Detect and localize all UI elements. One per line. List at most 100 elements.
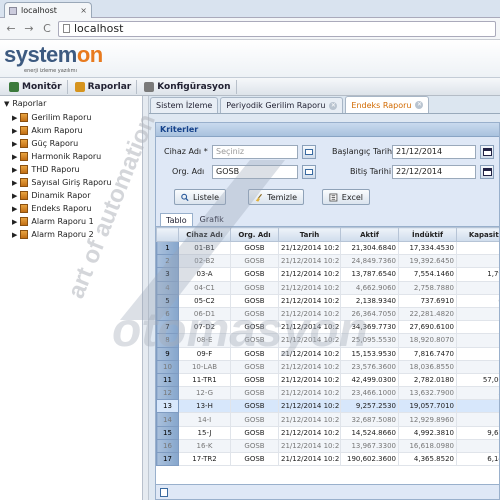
org-name-input[interactable]: GOSB (212, 165, 298, 179)
table-cell: 737.6910 (398, 293, 457, 308)
browser-tab[interactable]: localhost × (4, 2, 92, 18)
excel-button[interactable]: Excel (322, 189, 370, 205)
report-icon (20, 113, 29, 122)
table-row[interactable]: 3 03-A GOSB 21/12/2014 10:2 13,787.6540 7,554… (156, 267, 499, 282)
column-header[interactable]: Cihaz Adı (178, 227, 231, 242)
table-row[interactable]: 9 09-F GOSB 21/12/2014 10:2 15,153.9530 7,816… (156, 346, 499, 361)
expand-arrow-icon[interactable]: ▶ (12, 114, 17, 122)
expand-arrow-icon[interactable]: ▶ (12, 140, 17, 148)
page-icon (63, 24, 70, 33)
reload-icon[interactable]: C (40, 22, 54, 36)
start-date-calendar-button[interactable] (480, 145, 494, 159)
address-bar[interactable]: localhost (58, 20, 496, 37)
expand-arrow-icon[interactable]: ▶ (12, 127, 17, 135)
end-date-calendar-button[interactable] (480, 165, 494, 179)
main-area: Sistem İzleme Periyodik Gerilim Raporu ✕… (149, 96, 500, 500)
sidebar-item-report[interactable]: ▶ Dinamik Rapor (12, 189, 90, 202)
table-cell: 17,334.4530 (398, 240, 457, 256)
table-row[interactable]: 14 14-I GOSB 21/12/2014 10:2 32,687.5080 12,9… (156, 412, 499, 427)
table-cell: 0.2 (456, 254, 499, 269)
sidebar-item-report[interactable]: ▶ Sayısal Giriş Raporu (12, 176, 111, 189)
sidebar-item-report[interactable]: ▶ Alarm Raporu 1 (12, 215, 94, 228)
forward-arrow-icon[interactable]: → (22, 22, 36, 36)
close-tab-icon[interactable]: × (80, 6, 87, 15)
expand-arrow-icon[interactable]: ▶ (12, 179, 17, 187)
sidebar-item-report[interactable]: ▶ Harmonik Raporu (12, 150, 101, 163)
expand-arrow-icon[interactable]: ▶ (12, 205, 17, 213)
sidebar-item-report[interactable]: ▶ Akım Raporu (12, 124, 83, 137)
table-row[interactable]: 2 02-B2 GOSB 21/12/2014 10:2 24,849.7360 19,3… (156, 254, 499, 269)
sidebar-item-report[interactable]: ▶ Alarm Raporu 2 (12, 228, 94, 241)
table-row[interactable]: 5 05-C2 GOSB 21/12/2014 10:2 2,138.9340 737.6… (156, 293, 499, 308)
clear-button[interactable]: Temizle (248, 189, 304, 205)
device-lookup-button[interactable] (302, 145, 316, 159)
menu-monitor[interactable]: Monitör (4, 79, 68, 94)
table-row[interactable]: 7 07-D2 GOSB 21/12/2014 10:2 34,369.7730 27,6… (156, 320, 499, 335)
tab-system-monitoring[interactable]: Sistem İzleme (150, 97, 219, 113)
view-tab-strip: Tablo Grafik (156, 211, 499, 227)
tab-index-report[interactable]: Endeks Raporu ✕ (345, 96, 430, 113)
sidebar-item-report[interactable]: ▶ Gerilim Raporu (12, 111, 91, 124)
table-cell: 13,787.6540 (340, 267, 399, 282)
end-date-input[interactable]: 22/12/2014 (392, 165, 476, 179)
table-cell: 03-A (178, 267, 231, 282)
expand-arrow-icon[interactable]: ▶ (12, 153, 17, 161)
page-favicon-icon (9, 6, 17, 15)
report-icon (20, 152, 29, 161)
org-lookup-button[interactable] (302, 165, 316, 179)
expand-arrow-icon[interactable]: ▶ (12, 192, 17, 200)
column-header[interactable]: Org. Adı (230, 227, 279, 242)
tree-root-reports[interactable]: ▼ Raporlar (4, 99, 46, 108)
column-header[interactable]: Aktif (340, 227, 399, 242)
close-tab-icon[interactable]: ✕ (415, 101, 424, 109)
expand-arrow-icon[interactable]: ▶ (12, 231, 17, 239)
sidebar-item-report[interactable]: ▶ Endeks Raporu (12, 202, 91, 215)
table-row[interactable]: 8 08-E GOSB 21/12/2014 10:2 25,095.5530 18,92… (156, 333, 499, 348)
tab-table[interactable]: Tablo (160, 213, 193, 226)
expand-arrow-icon[interactable]: ▶ (12, 166, 17, 174)
table-row[interactable]: 1 01-B1 GOSB 21/12/2014 10:2 21,304.6840 17,3… (156, 240, 499, 256)
table-cell: 2,138.9340 (340, 293, 399, 308)
column-header[interactable]: İndüktif (398, 227, 457, 242)
lookup-icon (305, 169, 313, 175)
table-row[interactable]: 4 04-C1 GOSB 21/12/2014 10:2 4,662.9060 2,758… (156, 280, 499, 295)
tab-label: Sistem İzleme (156, 101, 213, 110)
table-row[interactable]: 12 12-G GOSB 21/12/2014 10:2 23,466.1000 13,6… (156, 386, 499, 401)
sidebar-item-report[interactable]: ▶ Güç Raporu (12, 137, 78, 150)
back-arrow-icon[interactable]: ← (4, 22, 18, 36)
table-cell: 34,369.7730 (340, 320, 399, 335)
list-button[interactable]: Listele (174, 189, 226, 205)
table-cell: 4,992.3810 (398, 425, 457, 440)
table-cell: GOSB (230, 320, 279, 335)
column-header[interactable]: Kapasitif (456, 227, 499, 242)
table-row[interactable]: 17 17-TR2 GOSB 21/12/2014 10:2 190,602.3600 4… (156, 451, 499, 467)
close-tab-icon[interactable]: ✕ (329, 101, 338, 110)
column-header[interactable]: Tarih (278, 227, 341, 242)
sidebar-item-label: Sayısal Giriş Raporu (31, 178, 112, 187)
menu-configuration[interactable]: Konfigürasyon (139, 79, 237, 94)
table-row[interactable]: 11 11-TR1 GOSB 21/12/2014 10:2 42,499.0300 2,… (156, 372, 499, 388)
table-row[interactable]: 16 16-K GOSB 21/12/2014 10:2 13,967.3300 16,6… (156, 438, 499, 454)
menu-reports[interactable]: Raporlar (70, 79, 138, 94)
table-cell: 18,920.8070 (398, 333, 457, 348)
address-text[interactable]: localhost (74, 22, 123, 35)
tab-periodic-voltage-report[interactable]: Periyodik Gerilim Raporu ✕ (220, 97, 344, 113)
expand-arrow-icon[interactable]: ▶ (12, 218, 17, 226)
collapse-arrow-icon[interactable]: ▼ (4, 100, 9, 108)
org-name-label: Org. Adı (172, 167, 205, 176)
table-row[interactable]: 13 13-H GOSB 21/12/2014 10:2 9,257.2530 19,05… (156, 399, 499, 414)
table-cell: 08-E (178, 333, 231, 348)
device-name-input[interactable]: Seçiniz (212, 145, 298, 159)
table-cell: 6,140.1 (456, 451, 499, 467)
table-row[interactable]: 10 10-LAB GOSB 21/12/2014 10:2 23,576.3600 18… (156, 359, 499, 374)
table-row[interactable]: 6 06-D1 GOSB 21/12/2014 10:2 26,364.7050 22,2… (156, 306, 499, 322)
column-header[interactable] (156, 227, 179, 242)
table-cell: 09-F (178, 346, 231, 361)
reports-tree: ▼ Raporlar ▶ Gerilim Raporu ▶ Akım Raporu ▶ G… (0, 96, 143, 500)
table-cell: 21/12/2014 10:2 (278, 372, 341, 388)
monitor-icon (9, 81, 19, 92)
sidebar-item-report[interactable]: ▶ THD Raporu (12, 163, 80, 176)
table-row[interactable]: 15 15-J GOSB 21/12/2014 10:2 14,524.8660 4,99… (156, 425, 499, 440)
start-date-input[interactable]: 21/12/2014 (392, 145, 476, 159)
tab-chart[interactable]: Grafik (195, 213, 229, 226)
